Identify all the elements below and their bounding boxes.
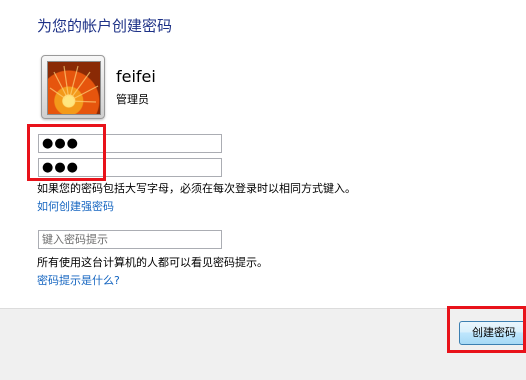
password-hint-input[interactable]: 键入密码提示	[38, 230, 222, 249]
highlight-box-button	[447, 306, 526, 353]
flower-icon	[47, 61, 101, 115]
hint-help-link[interactable]: 密码提示是什么?	[37, 272, 120, 288]
hint-visibility-note: 所有使用这台计算机的人都可以看见密码提示。	[37, 256, 268, 269]
user-role: 管理员	[116, 93, 149, 106]
highlight-box-passwords	[27, 124, 106, 181]
user-name: feifei	[116, 67, 156, 86]
strong-password-link[interactable]: 如何创建强密码	[37, 198, 114, 214]
case-sensitivity-note: 如果您的密码包括大写字母，必须在每次登录时以相同方式键入。	[37, 182, 356, 195]
page-title: 为您的帐户创建密码	[37, 17, 173, 35]
user-avatar	[41, 55, 105, 119]
